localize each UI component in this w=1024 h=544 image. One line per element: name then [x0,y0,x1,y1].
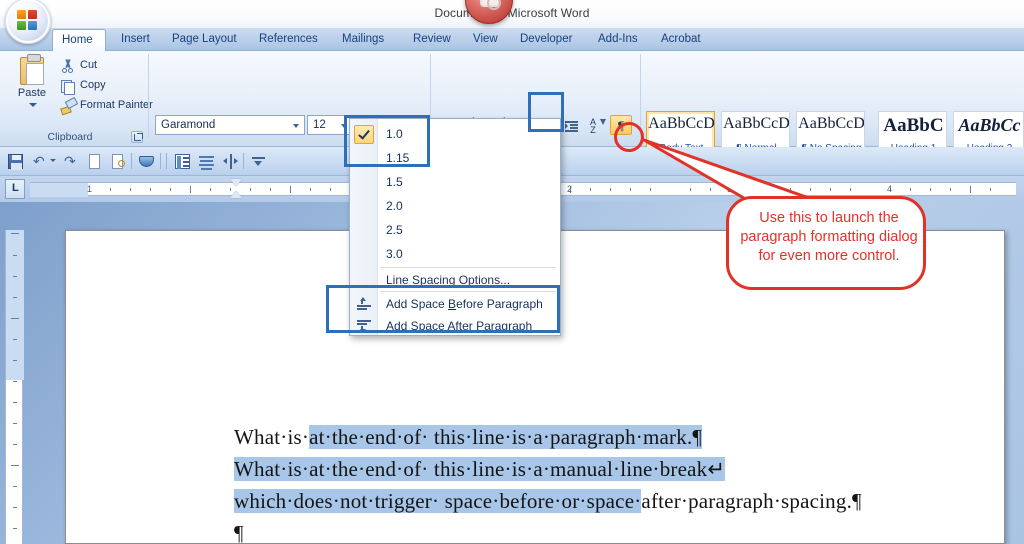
undo-arrow-icon: ↶ [33,153,45,169]
clipboard-group-label: Clipboard [47,131,93,143]
tab-view[interactable]: View [464,29,507,51]
left-margin-zone [30,183,88,197]
tab-mailings-label: Mailings [342,33,385,45]
undo-button[interactable]: ↶ [29,151,50,172]
copy-label: Copy [80,79,106,91]
camera-lens-icon [480,0,501,10]
menu-item-3-0-label: 3.0 [386,247,403,261]
save-button[interactable] [5,151,26,172]
toolbar-divider [243,153,244,169]
cut-label: Cut [80,59,98,71]
toolbar-divider [160,153,161,169]
tab-references[interactable]: References [250,29,327,51]
distribute-button[interactable] [220,151,241,172]
tab-add-ins-label: Add-Ins [598,33,638,45]
new-document-button[interactable] [84,151,105,172]
save-disk-icon [8,154,23,170]
redo-arrow-icon: ↷ [64,153,76,169]
group-divider [148,54,149,138]
line-4-segment-1: ¶ [234,521,244,544]
menu-item-1-5[interactable]: 1.5 [350,170,562,194]
tab-developer-label: Developer [520,33,573,45]
tab-acrobat-label: Acrobat [661,33,701,45]
annotation-box-add-space-items [326,285,560,333]
tab-references-label: References [259,33,318,45]
menu-item-3-0[interactable]: 3.0 [350,242,562,266]
line-1-segment-1: What·is· [234,425,310,449]
chevron-down-icon [29,103,37,107]
tab-mailings[interactable]: Mailings [333,29,393,51]
paste-icon [20,54,44,85]
paintbrush-icon [60,98,75,113]
tab-page-layout-label: Page Layout [172,33,237,45]
style-preview: AaBbCc [958,115,1021,135]
tab-view-label: View [473,33,498,45]
tab-stop-selector[interactable] [5,179,25,199]
vertical-ruler[interactable] [5,230,24,544]
tab-review-label: Review [413,33,451,45]
tab-review[interactable]: Review [404,29,460,51]
line-3-segment-2: after·paragraph·spacing.¶ [641,489,862,513]
window-title: Document1 - Microsoft Word [434,6,590,20]
tab-home[interactable]: Home [52,29,106,52]
tab-insert-label: Insert [121,33,150,45]
align-text-button[interactable] [196,151,217,172]
document-line-1[interactable]: What·is·at·the·end·of· this·line·is·a·pa… [234,425,703,450]
office-button[interactable] [5,0,51,44]
ruler-number-2: 2 [567,184,573,194]
copy-icon [60,78,75,95]
annotation-box-spacing-values [344,115,430,167]
annotation-circle-dialog-launcher [614,122,644,152]
document-line-2[interactable]: What·is·at·the·end·of· this·line·is·a·ma… [234,457,726,482]
font-name-value: Garamond [161,119,216,131]
chevron-down-icon[interactable] [50,159,56,162]
toolbar-divider [166,153,167,169]
clipboard-dialog-launcher[interactable] [131,131,143,143]
line-1-segment-2: at·the·end·of· this·line·is·a·paragraph·… [309,425,703,449]
menu-item-2-0-label: 2.0 [386,199,403,213]
office-orb-icon [17,10,41,34]
distribute-icon [223,154,238,169]
tab-page-layout[interactable]: Page Layout [163,29,246,51]
print-preview-button[interactable] [108,151,129,172]
first-line-indent-marker[interactable] [230,179,242,186]
ruler-number-1: 1 [87,184,93,194]
font-size-value: 12 [313,119,326,131]
annotation-box-line-spacing-button [528,92,564,132]
hanging-indent-marker[interactable] [230,191,242,198]
menu-item-2-5[interactable]: 2.5 [350,218,562,242]
document-line-4[interactable]: ¶ [234,521,244,544]
toolbar-divider [131,153,132,169]
paste-label: Paste [17,87,47,99]
line-2-segment-1: What·is·at·the·end·of· this·line·is·a·ma… [234,457,726,481]
menu-item-1-5-label: 1.5 [386,175,403,189]
text-box-icon [175,154,190,169]
font-name-combo[interactable]: Garamond [155,115,305,135]
tab-acrobat[interactable]: Acrobat [652,29,710,51]
format-shape-button[interactable] [136,151,157,172]
paste-button[interactable]: Paste [10,54,54,117]
top-margin-zone [6,230,24,380]
new-page-icon [89,154,100,169]
tab-home-label: Home [62,34,93,46]
scissors-icon [60,58,75,73]
ribbon-tab-strip: Home Insert Page Layout References Maili… [0,28,1024,52]
menu-item-2-5-label: 2.5 [386,223,403,237]
tab-add-ins[interactable]: Add-Ins [589,29,647,51]
text-box-button[interactable] [172,151,193,172]
line-3-segment-1: which·does·not·trigger· space·before·or·… [234,489,642,513]
annotation-callout-text: Use this to launch the paragraph formatt… [740,210,918,264]
chevron-down-icon [293,124,299,128]
tab-insert[interactable]: Insert [112,29,159,51]
format-painter-label: Format Painter [80,99,153,111]
shape-fill-icon [139,156,154,167]
menu-item-2-0[interactable]: 2.0 [350,194,562,218]
customize-toolbar-button[interactable] [248,151,269,172]
annotation-callout: Use this to launch the paragraph formatt… [726,196,926,290]
document-line-3[interactable]: which·does·not·trigger· space·before·or·… [234,489,862,514]
redo-button[interactable]: ↷ [60,151,81,172]
tab-developer[interactable]: Developer [511,29,581,51]
